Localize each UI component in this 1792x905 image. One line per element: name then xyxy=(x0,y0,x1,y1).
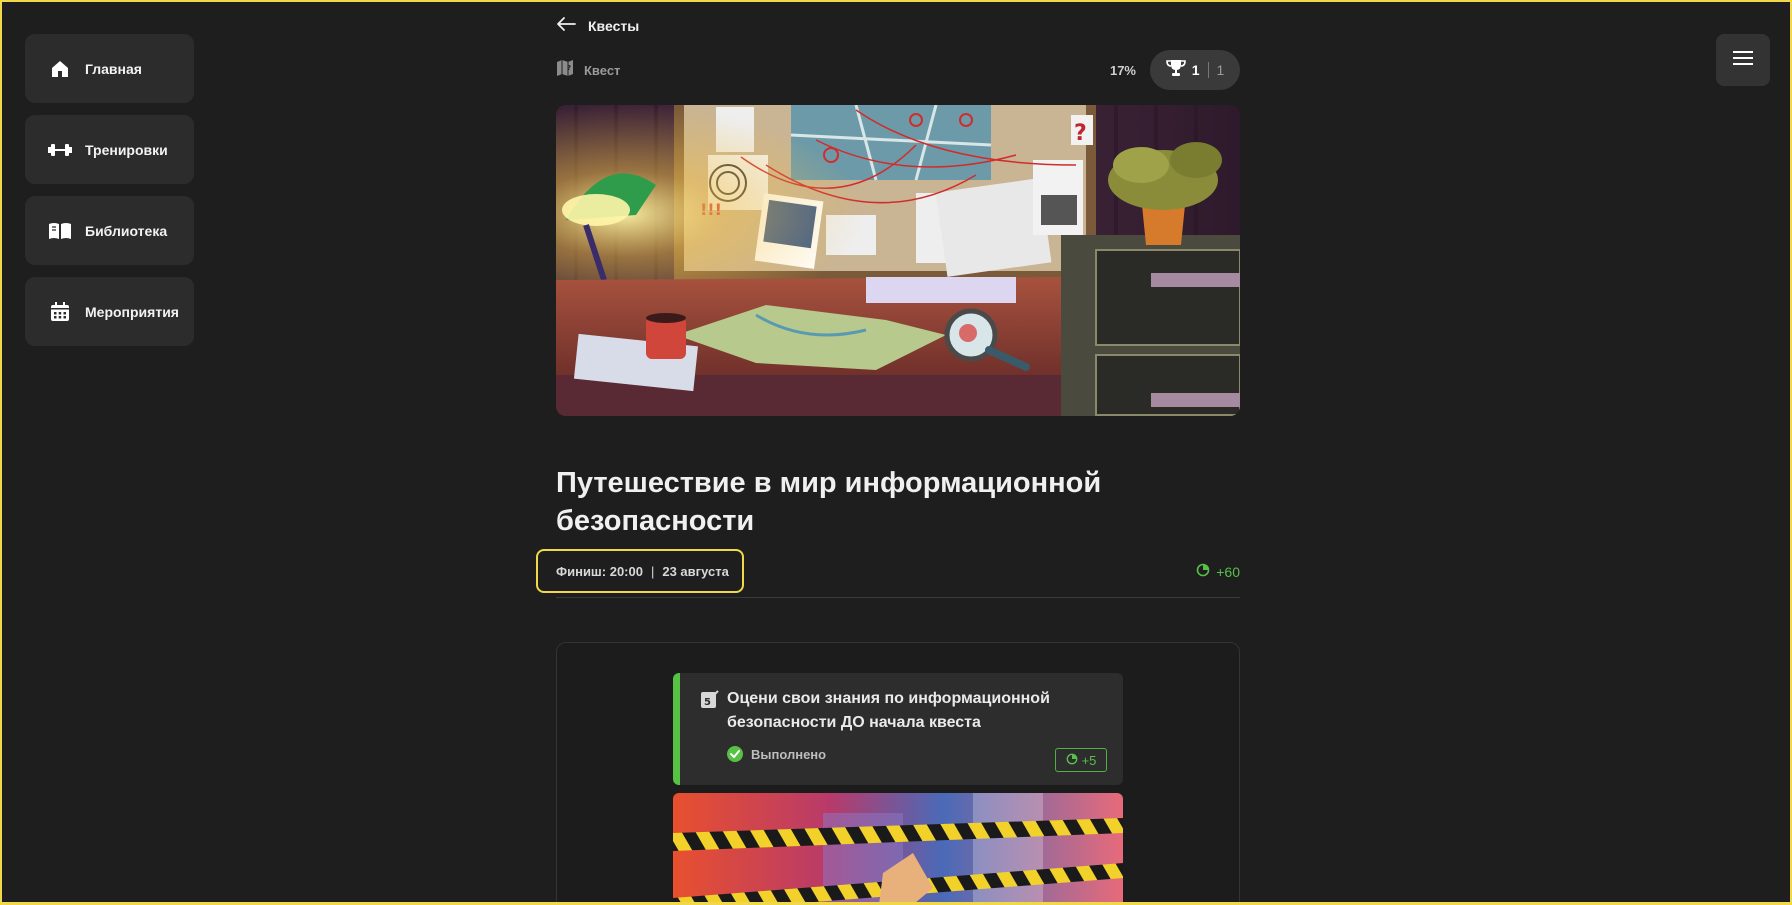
divider xyxy=(556,597,1240,598)
finish-deadline: Финиш: 20:00 | 23 августа xyxy=(536,549,744,593)
page-title: Путешествие в мир информационной безопас… xyxy=(556,467,1102,537)
finish-date: 23 августа xyxy=(662,563,729,579)
map-icon: ? xyxy=(556,59,574,82)
task-cover-illustration xyxy=(673,793,1123,902)
separator: | xyxy=(650,563,655,579)
points-icon xyxy=(1066,753,1078,768)
task-points-badge: +5 xyxy=(1055,748,1107,772)
task-card[interactable]: 5 Оцени свои знания по информационной бе… xyxy=(673,673,1123,785)
points-icon xyxy=(1196,563,1210,580)
quest-type-tag: ? Квест xyxy=(556,59,620,82)
sidebar-item-label: Библиотека xyxy=(85,222,168,239)
calendar-icon xyxy=(48,300,72,324)
points-value: +60 xyxy=(1216,563,1240,580)
trophies-earned: 1 xyxy=(1191,62,1200,78)
sidebar-item-library[interactable]: Библиотека xyxy=(25,196,194,265)
home-icon xyxy=(48,57,72,81)
sidebar-item-label: Главная xyxy=(85,60,142,77)
hamburger-icon xyxy=(1733,50,1753,71)
sidebar-item-trainings[interactable]: Тренировки xyxy=(25,115,194,184)
back-link[interactable]: Квесты xyxy=(556,14,639,38)
task-status: Выполнено xyxy=(727,746,826,762)
sidebar-item-label: Тренировки xyxy=(85,141,168,158)
quest-meta: ? Квест 17% 1 1 xyxy=(556,50,1240,92)
survey-icon: 5 xyxy=(700,689,720,714)
svg-text:?: ? xyxy=(567,64,571,72)
menu-button[interactable] xyxy=(1716,34,1770,86)
quest-cover-illustration: ? !!! xyxy=(556,105,1240,416)
trophy-icon xyxy=(1165,59,1186,82)
back-label: Квесты xyxy=(588,18,640,34)
task-title: Оцени свои знания по информационной безо… xyxy=(727,690,1050,731)
check-circle-icon xyxy=(727,746,743,762)
quest-type-label: Квест xyxy=(584,63,621,78)
quest-points: +60 xyxy=(1196,563,1240,580)
task-points-value: +5 xyxy=(1081,752,1097,768)
svg-text:5: 5 xyxy=(704,697,711,708)
arrow-left-icon xyxy=(556,16,576,37)
dumbbell-icon xyxy=(48,138,72,162)
app-frame: Главная Тренировки Библиотека Мероприяти… xyxy=(0,0,1792,905)
trophy-counter: 1 1 xyxy=(1150,50,1240,90)
sidebar-item-label: Мероприятия xyxy=(85,303,179,320)
trophies-total: 1 xyxy=(1216,62,1225,78)
progress-percent: 17% xyxy=(1109,63,1136,78)
sidebar: Главная Тренировки Библиотека Мероприяти… xyxy=(25,34,194,358)
task-status-label: Выполнено xyxy=(751,746,827,762)
book-icon xyxy=(48,219,72,243)
sidebar-item-events[interactable]: Мероприятия xyxy=(25,277,194,346)
task-status-bar xyxy=(673,673,680,785)
finish-time: Финиш: 20:00 xyxy=(556,563,643,579)
sidebar-item-home[interactable]: Главная xyxy=(25,34,194,103)
divider xyxy=(1207,62,1209,78)
